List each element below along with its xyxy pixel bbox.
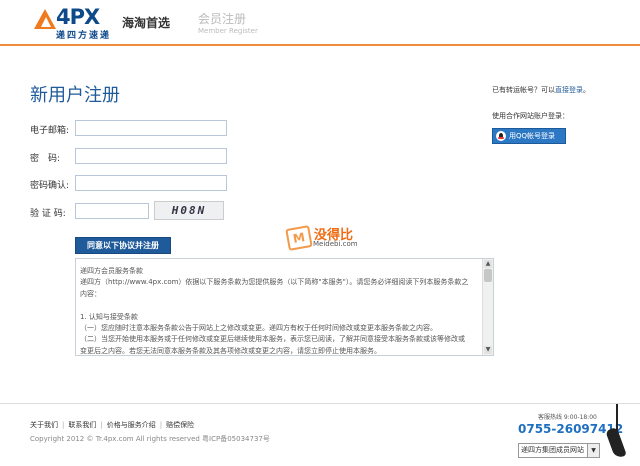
member-sites-select[interactable]: 递四方集团成员网站 ▼ — [518, 443, 600, 458]
hotline-label: 客服热线 9:00-18:00 — [538, 414, 597, 421]
email-field[interactable] — [75, 120, 227, 136]
terms-box[interactable]: 递四方会员服务条款 递四方（http://www.4px.com）依据以下服务条… — [75, 258, 494, 356]
footer-separator: | — [159, 421, 163, 429]
4px-logo[interactable]: 4PX 递四方速递 — [34, 5, 120, 41]
captcha-label: 验 证 码: — [30, 209, 66, 219]
have-account-text: 已有转运帐号？可以直接登录。 — [492, 85, 590, 95]
site-header: 4PX 递四方速递 海淘首选 会员注册 Member Register — [0, 0, 640, 46]
captcha-image[interactable]: H08N — [154, 201, 224, 220]
terms-text: 递四方会员服务条款 递四方（http://www.4px.com）依据以下服务条… — [80, 266, 480, 355]
terms-line: 内容： — [80, 289, 101, 298]
terms-line: 1. 认知与接受条款 — [80, 312, 138, 321]
member-sites-value: 递四方集团成员网站 — [521, 446, 584, 454]
footer-link-about[interactable]: 关于我们 — [30, 421, 58, 429]
logo-subtitle: 递四方速递 — [56, 31, 112, 41]
footer-separator: | — [100, 421, 103, 429]
watermark-url: Meidebi.com — [313, 240, 358, 248]
terms-line — [80, 300, 480, 311]
logo-mark-inner — [41, 17, 51, 27]
password-field[interactable] — [75, 148, 227, 164]
phone-cord — [616, 404, 622, 432]
footer-link-contact[interactable]: 联系我们 — [68, 421, 96, 429]
terms-line: 递四方会员服务条款 — [80, 267, 143, 275]
section-subtitle: Member Register — [198, 27, 258, 35]
telephone-icon — [605, 404, 630, 466]
chevron-down-icon[interactable]: ▼ — [587, 444, 599, 457]
qq-penguin-icon — [496, 131, 506, 141]
captcha-input[interactable] — [75, 203, 149, 219]
confirm-password-label: 密码确认: — [30, 181, 70, 191]
section-title: 会员注册 — [198, 12, 247, 26]
password-label: 密 码: — [30, 154, 61, 164]
footer-link-pricing[interactable]: 价格与服务介绍 — [107, 421, 156, 429]
slogan: 海淘首选 — [122, 16, 171, 30]
have-account-prefix: 已有转运帐号？可以 — [492, 86, 555, 94]
site-footer: 关于我们 | 联系我们 | 价格与服务介绍 | 赔偿保险 Copyright 2012 © … — [0, 403, 640, 466]
terms-line: 递四方（http://www.4px.com）依据以下服务条款为您提供服务（以下… — [80, 278, 469, 287]
terms-line: 变更后之内容。若您无法同意本服务条款及其各项修改或变更之内容，请您立即停止使用本… — [80, 346, 381, 355]
terms-line: （二）当您开始使用本服务或于任何修改或变更后继续使用本服务，表示您已阅读，了解并… — [80, 335, 465, 344]
footer-separator: | — [62, 421, 65, 429]
copyright: Copyright 2012 © Tr.4px.com All rights r… — [30, 435, 270, 443]
logo-text: 4PX — [56, 5, 100, 29]
partner-login-text: 使用合作网站账户登录： — [492, 112, 569, 120]
terms-line: （一）您应随时注意本服务条款公告于网站上之修改或变更。递四方有权于任何时间修改或… — [80, 324, 437, 333]
terms-scrollbar[interactable]: ▲ ▼ — [482, 259, 493, 355]
qq-login-button[interactable]: 用QQ帐号登录 — [492, 128, 566, 144]
phone-handset — [605, 426, 627, 460]
scroll-up-icon[interactable]: ▲ — [484, 260, 492, 268]
scroll-down-icon[interactable]: ▼ — [484, 346, 492, 354]
watermark: M 没得比 Meidebi.com — [285, 224, 358, 251]
email-label: 电子邮箱: — [30, 126, 70, 136]
footer-link-insurance[interactable]: 赔偿保险 — [166, 421, 194, 429]
qq-login-label: 用QQ帐号登录 — [509, 132, 556, 140]
watermark-logo-icon: M — [285, 225, 313, 251]
page-title: 新用户注册 — [30, 85, 120, 106]
register-submit-button[interactable]: 同意以下协议并注册 — [75, 237, 171, 254]
have-account-suffix: 。 — [583, 86, 590, 94]
confirm-password-field[interactable] — [75, 175, 227, 191]
footer-links: 关于我们 | 联系我们 | 价格与服务介绍 | 赔偿保险 — [30, 420, 194, 430]
direct-login-link[interactable]: 直接登录 — [555, 86, 583, 94]
scroll-thumb[interactable] — [484, 269, 492, 282]
